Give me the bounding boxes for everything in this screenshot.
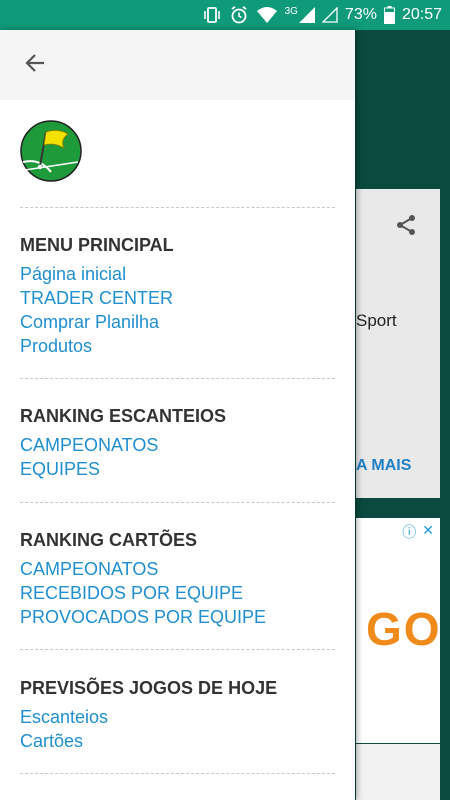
section-title: MENU PRINCIPAL [20, 235, 174, 255]
arrow-back-icon [23, 51, 47, 80]
close-icon[interactable]: ✕ [422, 522, 434, 542]
info-icon[interactable]: ⓘ [402, 522, 416, 542]
signal-empty-icon [321, 7, 338, 23]
corner-flag-logo [20, 120, 82, 182]
menu-item-cartoes-campeonatos[interactable]: CAMPEONATOS [20, 557, 335, 581]
clock: 20:57 [401, 6, 442, 23]
menu-item-previsoes-cartoes[interactable]: Cartões [20, 729, 335, 753]
menu-item-recebidos-por-equipe[interactable]: RECEBIDOS POR EQUIPE [20, 581, 335, 605]
ad-banner[interactable]: ⓘ ✕ GO [356, 518, 440, 743]
divider [20, 207, 335, 208]
ad-controls: ⓘ ✕ [402, 522, 434, 542]
menu-item-trader-center[interactable]: TRADER CENTER [20, 286, 335, 310]
back-button[interactable] [18, 50, 52, 80]
card-link[interactable]: A MAIS [356, 457, 411, 475]
divider [20, 378, 335, 379]
menu-item-pagina-inicial[interactable]: Página inicial [20, 262, 335, 286]
menu-item-previsoes-escanteios[interactable]: Escanteios [20, 705, 335, 729]
battery-icon [383, 6, 395, 24]
section-title: RANKING ESCANTEIOS [20, 406, 227, 426]
ad-text: GO [366, 603, 442, 655]
share-icon[interactable] [394, 213, 418, 242]
status-bar: 3G 73% 20:57 [0, 0, 450, 30]
status-icons: 3G 73% 20:57 [202, 0, 442, 30]
background-card-bottom [356, 744, 440, 800]
divider [20, 502, 335, 503]
divider [20, 649, 335, 650]
section-title: RANKING CARTÕES [20, 530, 198, 550]
background-card[interactable]: Sport A MAIS [356, 189, 440, 498]
signal-icon [298, 7, 315, 23]
divider [20, 773, 335, 774]
alarm-icon [229, 5, 249, 25]
menu-item-comprar-planilha[interactable]: Comprar Planilha [20, 310, 335, 334]
section-menu-principal: MENU PRINCIPAL Página inicial TRADER CEN… [20, 234, 335, 358]
battery-percent: 73% [344, 6, 377, 23]
drawer-header [0, 30, 355, 100]
section-title: PREVISÕES JOGOS DE HOJE [20, 678, 278, 698]
section-ranking-cartoes: RANKING CARTÕES CAMPEONATOS RECEBIDOS PO… [20, 529, 335, 629]
wifi-icon [256, 6, 278, 24]
section-previsoes-jogos-de-hoje: PREVISÕES JOGOS DE HOJE Escanteios Cartõ… [20, 677, 335, 753]
menu-item-escanteios-equipes[interactable]: EQUIPES [20, 457, 335, 481]
card-text: Sport [356, 311, 397, 330]
vibrate-icon [202, 5, 222, 25]
menu-item-escanteios-campeonatos[interactable]: CAMPEONATOS [20, 433, 335, 457]
section-ranking-escanteios: RANKING ESCANTEIOS CAMPEONATOS EQUIPES [20, 405, 335, 481]
menu-item-provocados-por-equipe[interactable]: PROVOCADOS POR EQUIPE [20, 605, 335, 629]
navigation-drawer: MENU PRINCIPAL Página inicial TRADER CEN… [0, 30, 355, 800]
network-type: 3G [284, 5, 298, 17]
menu-item-produtos[interactable]: Produtos [20, 334, 335, 358]
